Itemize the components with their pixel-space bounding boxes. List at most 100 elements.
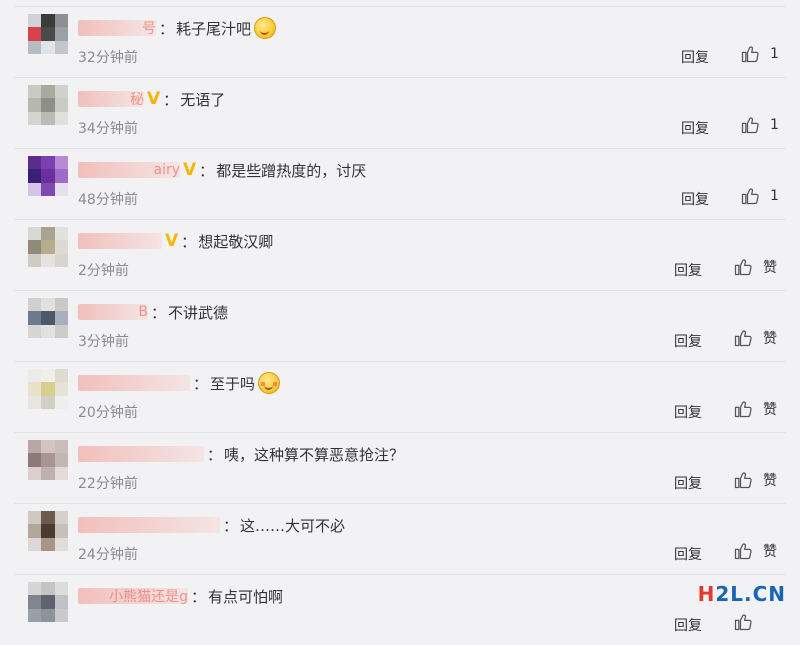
avatar[interactable] [28,582,68,622]
comment-text: 有点可怕啊 [208,587,284,606]
thumbs-up-icon [741,117,759,134]
reply-button[interactable]: 回复 [681,189,709,209]
comment-line: 号：耗子尾汁吧 [78,16,277,40]
comment-text: 至于吗 [210,374,256,393]
comment-line: airy V：都是些蹭热度的，讨厌 [78,158,366,182]
username-link[interactable]: 小熊猫还是g [78,588,188,605]
like-button[interactable]: 赞 [733,541,777,561]
comment-line: ：这……大可不必 [78,513,345,537]
like-button[interactable]: 1 [740,186,779,206]
comment-text: 无语了 [180,90,226,109]
comment-item: V：想起敬汉卿 2分钟前 回复 赞 [0,219,800,290]
like-label: 赞 [763,473,777,489]
reply-button[interactable]: 回复 [681,118,709,138]
reply-button[interactable]: 回复 [674,615,702,635]
reply-button[interactable]: 回复 [674,473,702,493]
divider [14,361,786,362]
timestamp: 3分钟前 [78,334,129,350]
thumbs-up-icon [734,330,752,347]
like-label: 赞 [763,260,777,276]
username-link[interactable]: 秘 [78,91,144,108]
avatar[interactable] [28,14,68,54]
like-button[interactable]: 1 [740,44,779,64]
thumbs-up-icon [734,472,752,489]
avatar[interactable] [28,440,68,480]
avatar[interactable] [28,156,68,196]
comment-line: B：不讲武德 [78,300,228,324]
like-button[interactable]: 1 [740,115,779,135]
comment-item: 小熊猫还是g：有点可怕啊回复 [0,574,800,645]
comment-text: 这……大可不必 [240,516,346,535]
avatar[interactable] [28,85,68,125]
reply-button[interactable]: 回复 [674,260,702,280]
vip-badge-icon: V [183,160,197,180]
like-button[interactable]: 赞 [733,470,777,490]
divider [14,503,786,504]
comment-text: 耗子尾汁吧 [176,19,252,38]
timestamp: 32分钟前 [78,50,138,66]
like-button[interactable] [733,612,763,632]
colon-separator: ： [207,445,223,464]
smile-emoji-icon [254,17,277,39]
avatar[interactable] [28,298,68,338]
username-link[interactable] [78,446,204,462]
like-count: 1 [770,188,779,204]
thumbs-up-icon [741,188,759,205]
comment-text: 都是些蹭热度的，讨厌 [216,161,367,180]
watermark-rest: 2L.CN [715,582,786,606]
thumbs-up-icon [734,259,752,276]
timestamp: 22分钟前 [78,476,138,492]
comment-line: 秘 V：无语了 [78,87,225,111]
divider [14,219,786,220]
avatar[interactable] [28,227,68,267]
timestamp: 48分钟前 [78,192,138,208]
reply-button[interactable]: 回复 [674,331,702,351]
watermark-h: H [697,582,716,606]
vip-badge-icon: V [147,89,161,109]
divider [14,6,786,7]
divider [14,148,786,149]
like-count: 1 [770,117,779,133]
username-link[interactable] [78,375,190,391]
blush-emoji-icon [258,372,281,394]
like-button[interactable]: 赞 [733,328,777,348]
like-label: 赞 [763,544,777,560]
colon-separator: ： [199,161,215,180]
comment-item: ：咦，这种算不算恶意抢注？ 22分钟前 回复 赞 [0,432,800,503]
divider [14,77,786,78]
comment-text: 咦，这种算不算恶意抢注？ [224,445,405,464]
vip-badge-icon: V [165,231,179,251]
thumbs-up-icon [734,543,752,560]
reply-button[interactable]: 回复 [681,47,709,67]
reply-button[interactable]: 回复 [674,544,702,564]
timestamp: 2分钟前 [78,263,129,279]
watermark-logo: H2L.CN [698,582,786,606]
comment-text: 不讲武德 [168,303,229,322]
comment-item: B：不讲武德 3分钟前 回复 赞 [0,290,800,361]
timestamp: 24分钟前 [78,547,138,563]
avatar[interactable] [28,369,68,409]
username-link[interactable] [78,517,220,533]
username-link[interactable]: B [78,304,148,320]
divider [14,432,786,433]
colon-separator: ： [159,19,175,38]
comment-line: ：至于吗 [78,371,281,395]
thumbs-up-icon [741,46,759,63]
divider [14,290,786,291]
comment-text: 想起敬汉卿 [198,232,274,251]
like-label: 赞 [763,402,777,418]
like-button[interactable]: 赞 [733,399,777,419]
comment-line: 小熊猫还是g：有点可怕啊 [78,584,283,608]
username-link[interactable]: airy [78,162,180,178]
colon-separator: ： [151,303,167,322]
colon-separator: ： [163,90,179,109]
comment-item: ：至于吗 20分钟前 回复 赞 [0,361,800,432]
username-link[interactable] [78,233,162,249]
reply-button[interactable]: 回复 [674,402,702,422]
username-link[interactable]: 号 [78,20,156,37]
thumbs-up-icon [734,614,752,631]
timestamp: 34分钟前 [78,121,138,137]
like-button[interactable]: 赞 [733,257,777,277]
colon-separator: ： [191,587,207,606]
avatar[interactable] [28,511,68,551]
